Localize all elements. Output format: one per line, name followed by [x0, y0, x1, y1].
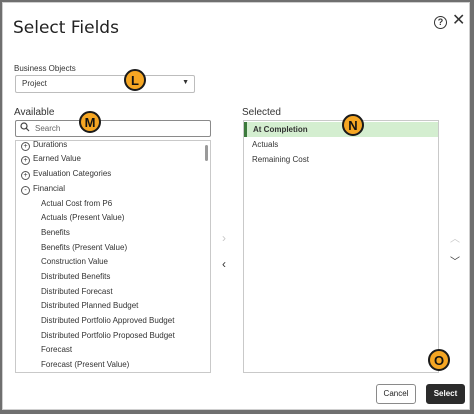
- list-item[interactable]: Actual Cost from P6: [41, 199, 112, 208]
- caret-down-icon: ▼: [182, 79, 189, 86]
- move-down-chevron-icon[interactable]: ﹀: [450, 257, 460, 269]
- list-item-label: Remaining Cost: [252, 155, 309, 164]
- business-objects-value: Project: [22, 79, 47, 88]
- search-placeholder: Search: [35, 124, 61, 133]
- list-item-selected[interactable]: At Completion: [244, 122, 438, 137]
- tree-group-label: Durations: [33, 140, 68, 149]
- list-item[interactable]: Forecast (Present Value): [41, 360, 129, 369]
- tree-group-label: Evaluation Categories: [33, 169, 112, 178]
- selected-label: Selected: [242, 107, 281, 118]
- callout-badge: N: [342, 114, 364, 136]
- tree-group-label: Financial: [33, 184, 66, 193]
- available-fields-list[interactable]: + Durations + Earned Value + Evaluation Cat…: [15, 140, 211, 373]
- list-item[interactable]: Remaining Cost: [244, 152, 438, 167]
- list-item[interactable]: Distributed Benefits: [41, 272, 110, 281]
- list-item[interactable]: Actuals (Present Value): [41, 213, 124, 222]
- list-item[interactable]: Benefits: [41, 228, 70, 237]
- list-item[interactable]: Distributed Portfolio Proposed Budget: [41, 331, 175, 340]
- close-icon[interactable]: ✕: [452, 13, 465, 29]
- list-item[interactable]: Distributed Forecast: [41, 287, 113, 296]
- callout-badge: O: [428, 349, 450, 371]
- list-item[interactable]: Forecast: [41, 345, 72, 354]
- list-item-label: At Completion: [253, 125, 308, 134]
- tree-group-financial[interactable]: - Financial: [21, 184, 65, 195]
- select-button[interactable]: Select: [426, 384, 465, 404]
- move-right-arrow-icon[interactable]: ›: [222, 232, 226, 244]
- move-left-arrow-icon[interactable]: ‹: [222, 258, 226, 270]
- selected-fields-list[interactable]: At Completion Actuals Remaining Cost: [243, 120, 439, 373]
- callout-badge: L: [124, 69, 146, 91]
- tree-group-label: Earned Value: [33, 154, 81, 163]
- list-item[interactable]: Distributed Planned Budget: [41, 301, 138, 310]
- search-input[interactable]: Search: [15, 120, 211, 137]
- dialog-title: Select Fields: [13, 18, 119, 38]
- scrollbar-thumb[interactable]: [205, 145, 208, 161]
- list-item-label: Actuals: [252, 140, 279, 149]
- list-item[interactable]: Actuals: [244, 137, 438, 152]
- expand-icon[interactable]: +: [21, 171, 30, 180]
- tree-group-earned-value[interactable]: + Earned Value: [21, 154, 81, 165]
- collapse-icon[interactable]: -: [21, 186, 30, 195]
- tree-group-evaluation-categories[interactable]: + Evaluation Categories: [21, 169, 111, 180]
- help-icon[interactable]: ?: [434, 16, 447, 29]
- tree-group-durations[interactable]: + Durations: [21, 140, 68, 151]
- business-objects-label: Business Objects: [14, 64, 76, 73]
- expand-icon[interactable]: +: [21, 142, 30, 151]
- available-label: Available: [14, 107, 55, 118]
- list-item[interactable]: Benefits (Present Value): [41, 243, 127, 252]
- expand-icon[interactable]: +: [21, 156, 30, 165]
- select-fields-dialog: Select Fields ? ✕ Business Objects Proje…: [2, 2, 470, 410]
- cancel-button[interactable]: Cancel: [376, 384, 416, 404]
- list-item[interactable]: Distributed Portfolio Approved Budget: [41, 316, 174, 325]
- callout-badge: M: [79, 111, 101, 133]
- move-up-chevron-icon[interactable]: ︿: [450, 234, 460, 246]
- list-item[interactable]: Construction Value: [41, 257, 108, 266]
- search-icon: [20, 122, 30, 132]
- business-objects-select[interactable]: Project ▼: [15, 75, 195, 93]
